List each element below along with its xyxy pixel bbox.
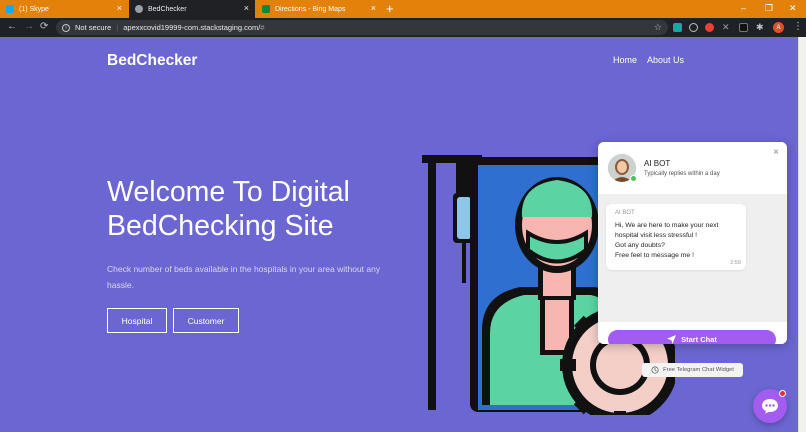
- bot-status: Typically replies within a day: [644, 171, 720, 177]
- minimize-button[interactable]: –: [741, 3, 746, 13]
- start-chat-label: Start Chat: [681, 335, 717, 344]
- iv-pole: [428, 155, 436, 410]
- extension-x-icon[interactable]: ✕: [722, 23, 731, 32]
- message-line: hospital visit less stressful !: [615, 232, 697, 239]
- chat-body: AI BOT Hi, We are here to make your next…: [598, 194, 787, 322]
- bookmark-star-icon[interactable]: ☆: [654, 22, 662, 33]
- notification-dot: [779, 390, 786, 397]
- globe-icon: [135, 5, 143, 13]
- url-hash: #: [260, 23, 265, 32]
- send-icon: [667, 335, 677, 344]
- powered-by-label: Free Telegram Chat Widget: [663, 367, 734, 373]
- site-logo[interactable]: BedChecker: [107, 52, 197, 70]
- address-bar[interactable]: i Not secure | apexxcovid19999-com.stack…: [56, 20, 668, 35]
- chat-message: AI BOT Hi, We are here to make your next…: [606, 204, 746, 270]
- chat-widget: AI BOT Typically replies within a day × …: [598, 142, 787, 344]
- new-tab-button[interactable]: +: [386, 1, 394, 17]
- chat-close-icon[interactable]: ×: [773, 147, 779, 158]
- divider: |: [116, 23, 119, 32]
- tab-bing-maps[interactable]: Directions - Bing Maps ×: [256, 0, 382, 18]
- tab-title: (1) Skype: [19, 5, 49, 13]
- tab-strip: (1) Skype × BedChecker × Directions - Bi…: [0, 0, 806, 18]
- bot-name: AI BOT: [644, 159, 671, 168]
- extension-b-icon[interactable]: [739, 23, 748, 32]
- chat-bubble-icon: [762, 399, 778, 414]
- close-tab-icon[interactable]: ×: [371, 4, 376, 13]
- skype-icon: [6, 5, 14, 13]
- back-button[interactable]: ←: [7, 21, 17, 33]
- browser-toolbar: ← → ⟳ i Not secure | apexxcovid19999-com…: [0, 18, 806, 37]
- message-line: Hi, We are here to make your next: [615, 222, 719, 229]
- nav-about-us[interactable]: About Us: [647, 55, 684, 65]
- reload-button[interactable]: ⟳: [40, 21, 48, 33]
- extension-color-icon[interactable]: [705, 23, 714, 32]
- message-sender: AI BOT: [615, 210, 635, 216]
- page-viewport: BedChecker Home About Us Welcome To Digi…: [0, 37, 798, 432]
- profile-avatar[interactable]: A: [773, 22, 784, 33]
- nav-home[interactable]: Home: [613, 55, 637, 65]
- hero-title: Welcome To Digital BedChecking Site: [107, 176, 350, 242]
- maximize-button[interactable]: ❐: [765, 3, 773, 13]
- tab-title: Directions - Bing Maps: [275, 5, 346, 13]
- info-icon[interactable]: i: [62, 23, 70, 32]
- tab-bedchecker[interactable]: BedChecker ×: [129, 0, 255, 18]
- message-line: Free feel to message me !: [615, 252, 694, 259]
- bing-icon: [262, 5, 270, 13]
- tab-skype[interactable]: (1) Skype ×: [0, 0, 128, 18]
- url-text: apexxcovid19999-com.stackstaging.com/: [123, 23, 261, 32]
- chat-header: AI BOT Typically replies within a day ×: [598, 142, 787, 194]
- page-scrollbar[interactable]: [798, 37, 806, 432]
- puzzle-icon[interactable]: ✱: [756, 23, 765, 32]
- close-tab-icon[interactable]: ×: [117, 4, 122, 13]
- tab-title: BedChecker: [148, 5, 187, 13]
- start-chat-button[interactable]: Start Chat: [608, 330, 776, 344]
- forward-button[interactable]: →: [24, 21, 34, 33]
- browser-menu-icon[interactable]: ⋮: [793, 21, 803, 33]
- message-text: Hi, We are here to make your next hospit…: [615, 221, 718, 261]
- customer-button[interactable]: Customer: [173, 308, 239, 333]
- hospital-button[interactable]: Hospital: [107, 308, 167, 333]
- online-indicator: [630, 175, 637, 182]
- extension-globe-icon[interactable]: [689, 23, 698, 32]
- history-icon: [651, 366, 659, 374]
- hero-subtitle: Check number of beds available in the ho…: [107, 264, 381, 290]
- close-tab-icon[interactable]: ×: [244, 4, 249, 13]
- security-label: Not secure: [75, 23, 112, 32]
- message-line: Got any doubts?: [615, 242, 665, 249]
- message-time: 2:59: [730, 260, 741, 266]
- powered-by-link[interactable]: Free Telegram Chat Widget: [642, 363, 743, 377]
- close-window-button[interactable]: ✕: [789, 3, 797, 13]
- extension-icon[interactable]: [673, 23, 682, 32]
